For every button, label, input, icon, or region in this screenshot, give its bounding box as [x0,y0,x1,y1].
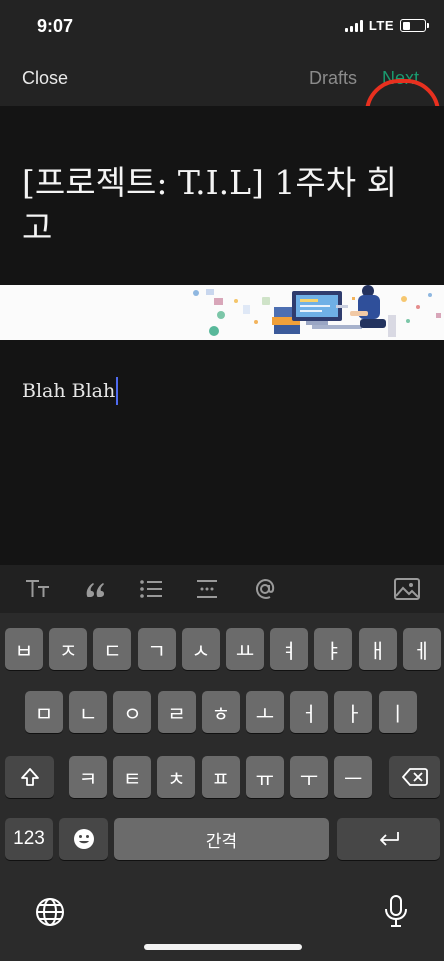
key-label: ㅋ [78,768,98,791]
key-3[interactable]: ㅇ [113,691,152,733]
key-label: ㅎ [211,703,230,726]
key-label: ㅈ [58,640,78,663]
key-label: ㅏ [344,703,363,726]
key-label: ㅕ [279,640,299,663]
key-2[interactable]: ㅈ [49,628,88,670]
key-9[interactable]: ㅣ [378,691,417,733]
title-area: [프로젝트: T.I.L] 1주차 회고 [0,106,444,285]
network-type: LTE [368,18,394,33]
key-label: ㅛ [235,640,255,663]
cover-illustration [0,285,444,340]
key-5[interactable]: ㅅ [181,628,220,670]
numbers-key[interactable]: 123 [5,818,53,860]
key-1[interactable]: ㅂ [5,628,43,670]
key-6[interactable]: ㅛ [226,628,264,670]
key-label: ㄴ [78,703,98,726]
key-label: ㅗ [255,703,275,726]
nav-bar: Close Drafts Next [0,56,444,165]
key-6[interactable]: ㅗ [246,691,284,733]
quote-icon[interactable] [82,575,108,603]
key-label: ㄱ [147,640,166,663]
status-bar: 9:07 LTE [0,0,444,56]
cover-image[interactable] [0,285,444,340]
backspace-key[interactable] [389,756,440,798]
key-9[interactable]: ㅐ [358,628,397,670]
drafts-button[interactable]: Drafts [309,68,357,89]
close-button[interactable]: Close [22,68,68,89]
key-3[interactable]: ㅊ [157,756,196,798]
key-2[interactable]: ㅌ [113,756,152,798]
format-toolbar [0,565,444,613]
key-label: ㅂ [14,640,34,663]
key-7[interactable]: ㅡ [334,756,373,798]
status-time: 9:07 [37,16,74,36]
key-label: ㅇ [123,703,142,726]
numbers-key-label: 123 [13,828,45,849]
key-6[interactable]: ㅜ [290,756,328,798]
status-indicators: LTE [344,18,429,33]
keyboard: ㅂ ㅈ ㄷ ㄱ ㅅ ㅛ ㅕ ㅑ ㅐ ㅔ ㅁ ㄴ ㅇ ㄹ ㅎ ㅗ ㅓ ㅏ ㅣ ㅋ ㅌ ㅊ ㅍ ㅠ ㅜ ㅡ 123 간격 [0,613,444,961]
post-body-text: Blah Blah [22,380,116,402]
text-size-icon[interactable] [24,575,52,603]
home-indicator [144,944,302,950]
key-4[interactable]: ㅍ [201,756,240,798]
key-4[interactable]: ㄱ [137,628,176,670]
space-key-label: 간격 [205,831,238,851]
key-label: ㅣ [388,703,407,726]
post-title[interactable]: [프로젝트: T.I.L] 1주차 회고 [22,160,417,250]
key-label: ㅍ [211,768,230,791]
key-label: ㅠ [255,768,274,791]
post-body[interactable]: Blah Blah [22,377,119,405]
battery-icon [400,19,429,32]
post-body-editor[interactable]: Blah Blah [0,340,444,565]
key-label: ㅊ [167,768,186,791]
key-5[interactable]: ㅠ [245,756,284,798]
key-label: ㅜ [299,768,319,791]
key-7[interactable]: ㅓ [290,691,329,733]
shift-key[interactable] [5,756,54,798]
space-key[interactable]: 간격 [114,818,329,860]
key-7[interactable]: ㅕ [270,628,309,670]
key-label: ㅅ [191,640,210,663]
key-4[interactable]: ㄹ [157,691,196,733]
key-label: ㅔ [412,640,431,663]
key-label: ㅌ [122,768,142,791]
key-2[interactable]: ㄴ [69,691,108,733]
key-5[interactable]: ㅎ [201,691,240,733]
key-10[interactable]: ㅔ [402,628,441,670]
key-8[interactable]: ㅑ [314,628,353,670]
key-label: ㅐ [368,640,387,663]
separator-icon[interactable] [194,575,220,603]
key-8[interactable]: ㅏ [334,691,373,733]
key-label: ㅓ [299,703,319,726]
key-3[interactable]: ㄷ [93,628,132,670]
microphone-icon[interactable] [384,894,408,928]
key-1[interactable]: ㅋ [69,756,107,798]
key-label: ㅡ [343,768,363,791]
key-label: ㅁ [34,703,54,726]
text-cursor [116,377,119,405]
list-icon[interactable] [138,575,164,603]
mention-icon[interactable] [252,575,278,603]
image-icon[interactable] [393,575,421,603]
globe-icon[interactable] [34,896,66,928]
key-label: ㄷ [103,640,122,663]
key-label: ㅑ [324,640,343,663]
key-1[interactable]: ㅁ [25,691,63,733]
signal-icon [344,19,363,32]
emoji-key[interactable] [59,818,108,860]
return-key[interactable] [337,818,440,860]
key-label: ㄹ [167,703,186,726]
